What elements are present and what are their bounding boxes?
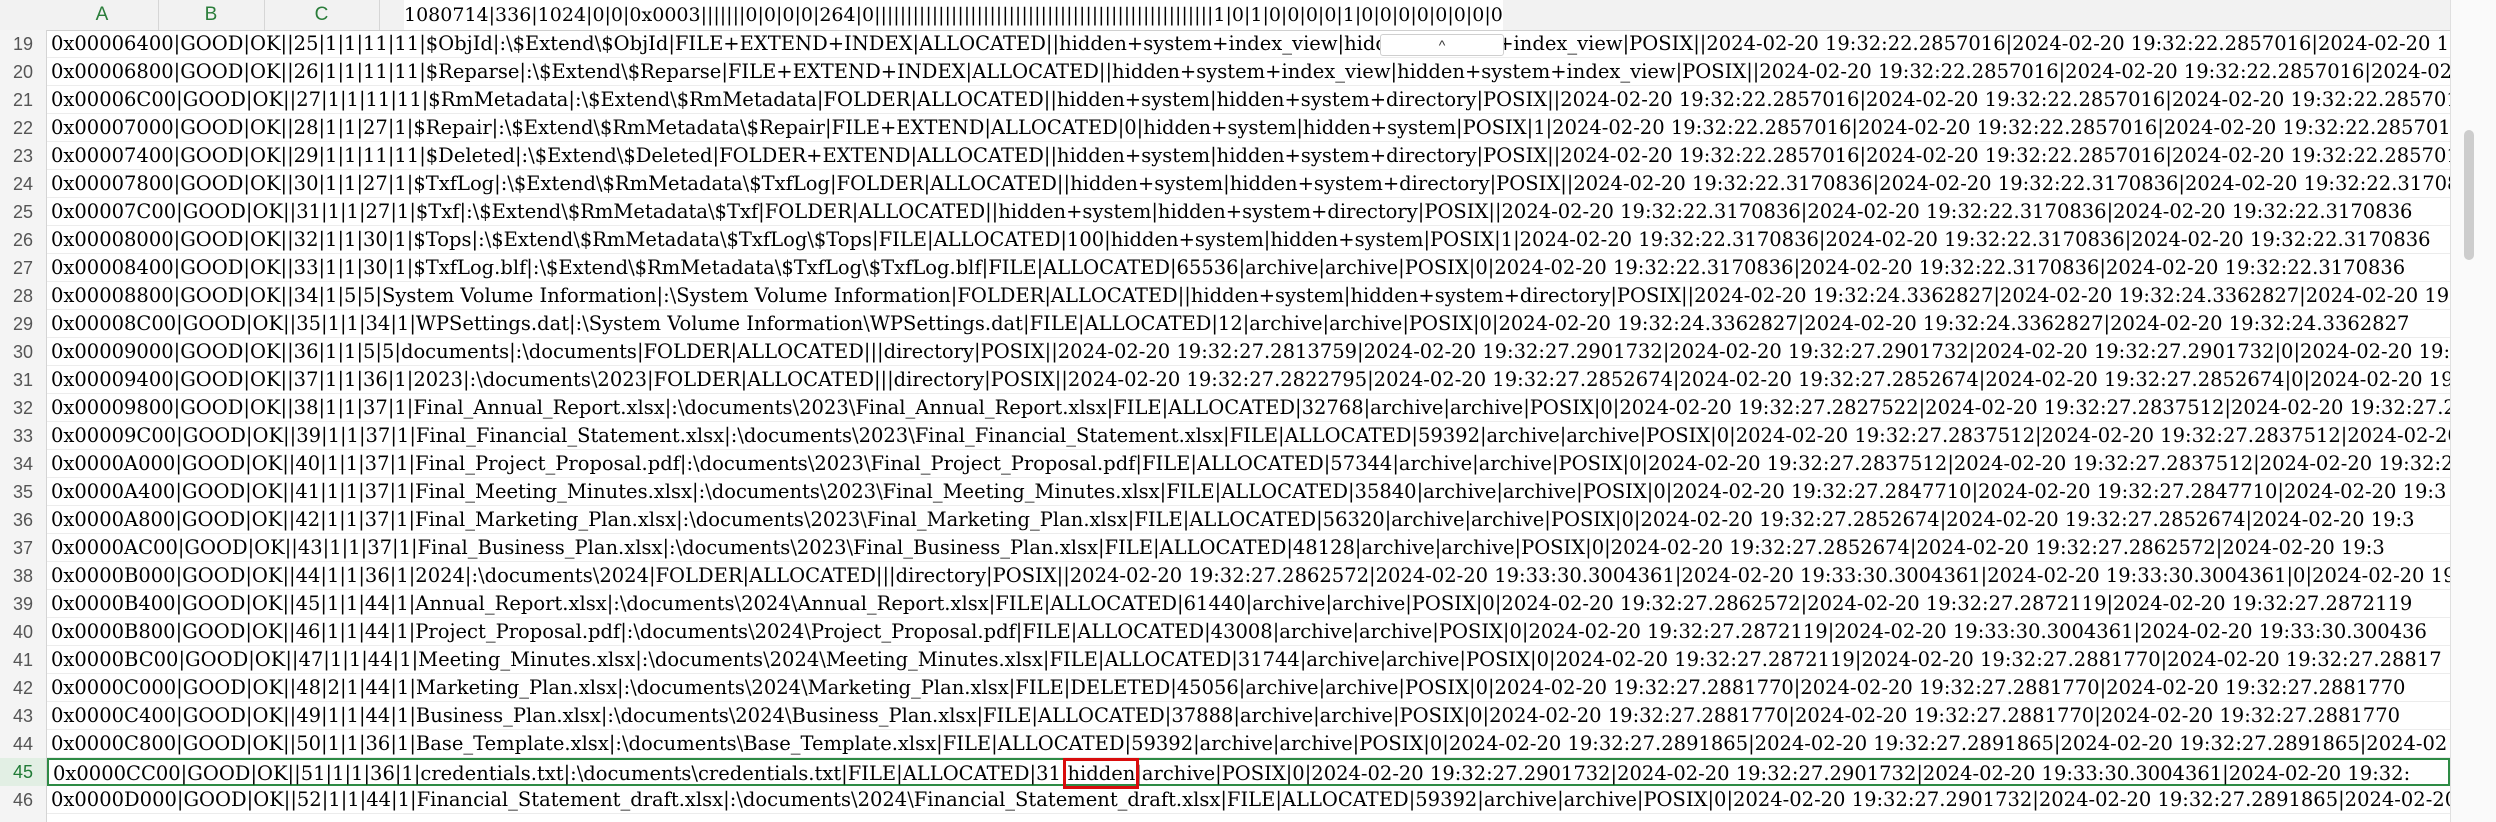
row-cells-text: 0x0000A400|GOOD|OK||41|1|1|37|1|Final_Me…: [51, 480, 2447, 503]
row-number[interactable]: 19: [0, 30, 46, 58]
table-row[interactable]: 0x0000A000|GOOD|OK||40|1|1|37|1|Final_Pr…: [47, 450, 2450, 478]
row-cells-text: 0x0000A800|GOOD|OK||42|1|1|37|1|Final_Ma…: [51, 508, 2415, 531]
table-row[interactable]: 0x0000A800|GOOD|OK||42|1|1|37|1|Final_Ma…: [47, 506, 2450, 534]
row-cells-text: 0x00009400|GOOD|OK||37|1|1|36|1|2023|:\d…: [51, 368, 2450, 391]
row-number[interactable]: 36: [0, 506, 46, 534]
row-number[interactable]: 43: [0, 702, 46, 730]
table-row[interactable]: 0x00008C00|GOOD|OK||35|1|1|34|1|WPSettin…: [47, 310, 2450, 338]
table-row[interactable]: 0x0000B000|GOOD|OK||44|1|1|36|1|2024|:\d…: [47, 562, 2450, 590]
header-row-values: 1080714|336|1024|0|0|0x0003|||||||0|0|0|…: [404, 0, 1503, 30]
row-number[interactable]: 22: [0, 114, 46, 142]
row-number[interactable]: 25: [0, 198, 46, 226]
table-row[interactable]: 0x00006C00|GOOD|OK||27|1|1|11|11|$RmMeta…: [47, 86, 2450, 114]
row-number[interactable]: 44: [0, 730, 46, 758]
row-number[interactable]: 20: [0, 58, 46, 86]
table-row[interactable]: 0x00007C00|GOOD|OK||31|1|1|27|1|$Txf|:\$…: [47, 198, 2450, 226]
scroll-up-tooltip[interactable]: ^: [1380, 34, 1504, 56]
row-number[interactable]: 29: [0, 310, 46, 338]
row-cells-text: 0x0000B400|GOOD|OK||45|1|1|44|1|Annual_R…: [51, 592, 2413, 615]
row-number[interactable]: 26: [0, 226, 46, 254]
table-row[interactable]: 0x00007400|GOOD|OK||29|1|1|11|11|$Delete…: [47, 142, 2450, 170]
row-cells-text: 0x00008C00|GOOD|OK||35|1|1|34|1|WPSettin…: [51, 312, 2410, 335]
row-number[interactable]: 21: [0, 86, 46, 114]
table-row[interactable]: 0x0000B800|GOOD|OK||46|1|1|44|1|Project_…: [47, 618, 2450, 646]
row-cells-text: 0x00006800|GOOD|OK||26|1|1|11|11|$Repars…: [51, 60, 2450, 83]
table-row[interactable]: 0x0000C400|GOOD|OK||49|1|1|44|1|Business…: [47, 702, 2450, 730]
row-cells-text: 0x0000A000|GOOD|OK||40|1|1|37|1|Final_Pr…: [51, 452, 2450, 475]
row-text-before: 0x0000CC00|GOOD|OK||51|1|1|36|1|credenti…: [53, 762, 1068, 785]
row-cells-text: 0x00008400|GOOD|OK||33|1|1|30|1|$TxfLog.…: [51, 256, 2406, 279]
row-number[interactable]: 28: [0, 282, 46, 310]
row-number[interactable]: 46: [0, 786, 46, 814]
row-cells-text: 0x00007400|GOOD|OK||29|1|1|11|11|$Delete…: [51, 144, 2450, 167]
row-number[interactable]: 23: [0, 142, 46, 170]
row-number[interactable]: 24: [0, 170, 46, 198]
row-cells-text: 0x0000CC00|GOOD|OK||51|1|1|36|1|credenti…: [53, 758, 2411, 789]
row-number[interactable]: 45: [0, 758, 46, 786]
table-row[interactable]: 0x0000C000|GOOD|OK||48|2|1|44|1|Marketin…: [47, 674, 2450, 702]
table-row[interactable]: 0x00008800|GOOD|OK||34|1|5|5|System Volu…: [47, 282, 2450, 310]
row-cells-text: 0x00009C00|GOOD|OK||39|1|1|37|1|Final_Fi…: [51, 424, 2450, 447]
spreadsheet-grid[interactable]: 0x00006400|GOOD|OK||25|1|1|11|11|$ObjId|…: [47, 30, 2450, 822]
column-header-c[interactable]: C: [264, 0, 380, 30]
row-cells-text: 0x0000B800|GOOD|OK||46|1|1|44|1|Project_…: [51, 620, 2427, 643]
table-row[interactable]: 0x00008400|GOOD|OK||33|1|1|30|1|$TxfLog.…: [47, 254, 2450, 282]
row-cells-text: 0x00007000|GOOD|OK||28|1|1|27|1|$Repair|…: [51, 116, 2450, 139]
row-cells-text: 0x0000BC00|GOOD|OK||47|1|1|44|1|Meeting_…: [51, 648, 2442, 671]
row-number[interactable]: 39: [0, 590, 46, 618]
row-number[interactable]: 31: [0, 366, 46, 394]
row-number[interactable]: 33: [0, 422, 46, 450]
row-cells-text: 0x00007C00|GOOD|OK||31|1|1|27|1|$Txf|:\$…: [51, 200, 2413, 223]
vertical-scrollbar[interactable]: [2450, 0, 2496, 822]
table-row[interactable]: 0x0000BC00|GOOD|OK||47|1|1|44|1|Meeting_…: [47, 646, 2450, 674]
table-row[interactable]: 0x0000A400|GOOD|OK||41|1|1|37|1|Final_Me…: [47, 478, 2450, 506]
selected-table-row[interactable]: 0x0000CC00|GOOD|OK||51|1|1|36|1|credenti…: [47, 758, 2450, 789]
row-number[interactable]: 35: [0, 478, 46, 506]
row-number-gutter: 19 20 21 22 23 24 25 26 27 28 29 30 31 32 33 34 35 36 37 38…: [0, 30, 47, 822]
row-number[interactable]: 30: [0, 338, 46, 366]
row-number[interactable]: 32: [0, 394, 46, 422]
table-row[interactable]: 0x00006400|GOOD|OK||25|1|1|11|11|$ObjId|…: [47, 30, 2450, 58]
row-number[interactable]: 42: [0, 674, 46, 702]
row-cells-text: 0x00008800|GOOD|OK||34|1|5|5|System Volu…: [51, 284, 2450, 307]
scrollbar-thumb[interactable]: [2464, 130, 2474, 260]
table-row[interactable]: 0x00009C00|GOOD|OK||39|1|1|37|1|Final_Fi…: [47, 422, 2450, 450]
row-number[interactable]: 34: [0, 450, 46, 478]
highlighted-attribute-cell[interactable]: hidden: [1063, 758, 1140, 789]
table-row[interactable]: 0x0000AC00|GOOD|OK||43|1|1|37|1|Final_Bu…: [47, 534, 2450, 562]
row-cells-text: 0x00009000|GOOD|OK||36|1|1|5|5|documents…: [51, 340, 2450, 363]
row-number[interactable]: 40: [0, 618, 46, 646]
row-number[interactable]: 38: [0, 562, 46, 590]
table-row[interactable]: 0x00007800|GOOD|OK||30|1|1|27|1|$TxfLog|…: [47, 170, 2450, 198]
row-cells-text: 0x0000B000|GOOD|OK||44|1|1|36|1|2024|:\d…: [51, 564, 2450, 587]
row-text-after: |archive|POSIX|0|2024-02-20 19:32:27.290…: [1135, 762, 2411, 785]
row-number[interactable]: 27: [0, 254, 46, 282]
table-row[interactable]: 0x00008000|GOOD|OK||32|1|1|30|1|$Tops|:\…: [47, 226, 2450, 254]
table-row[interactable]: 0x00007000|GOOD|OK||28|1|1|27|1|$Repair|…: [47, 114, 2450, 142]
table-row[interactable]: 0x0000D000|GOOD|OK||52|1|1|44|1|Financia…: [47, 786, 2450, 814]
table-row[interactable]: 0x00009800|GOOD|OK||38|1|1|37|1|Final_An…: [47, 394, 2450, 422]
row-cells-text: 0x00006400|GOOD|OK||25|1|1|11|11|$ObjId|…: [51, 32, 2450, 55]
column-header-bar: A B C 1080714|336|1024|0|0|0x0003|||||||…: [0, 0, 2496, 31]
column-header-a[interactable]: A: [46, 0, 159, 30]
row-number[interactable]: 41: [0, 646, 46, 674]
table-row[interactable]: 0x00006800|GOOD|OK||26|1|1|11|11|$Repars…: [47, 58, 2450, 86]
table-row[interactable]: 0x0000B400|GOOD|OK||45|1|1|44|1|Annual_R…: [47, 590, 2450, 618]
row-cells-text: 0x0000C000|GOOD|OK||48|2|1|44|1|Marketin…: [51, 676, 2406, 699]
row-cells-text: 0x00006C00|GOOD|OK||27|1|1|11|11|$RmMeta…: [51, 88, 2450, 111]
row-cells-text: 0x0000C400|GOOD|OK||49|1|1|44|1|Business…: [51, 704, 2401, 727]
table-row[interactable]: 0x00009000|GOOD|OK||36|1|1|5|5|documents…: [47, 338, 2450, 366]
row-number[interactable]: 37: [0, 534, 46, 562]
row-cells-text: 0x0000C800|GOOD|OK||50|1|1|36|1|Base_Tem…: [51, 732, 2448, 755]
table-row[interactable]: 0x00009400|GOOD|OK||37|1|1|36|1|2023|:\d…: [47, 366, 2450, 394]
table-row[interactable]: 0x0000C800|GOOD|OK||50|1|1|36|1|Base_Tem…: [47, 730, 2450, 758]
row-cells-text: 0x00009800|GOOD|OK||38|1|1|37|1|Final_An…: [51, 396, 2450, 419]
row-cells-text: 0x0000D000|GOOD|OK||52|1|1|44|1|Financia…: [51, 788, 2450, 811]
column-header-b[interactable]: B: [158, 0, 265, 30]
row-cells-text: 0x00008000|GOOD|OK||32|1|1|30|1|$Tops|:\…: [51, 228, 2431, 251]
row-cells-text: 0x00007800|GOOD|OK||30|1|1|27|1|$TxfLog|…: [51, 172, 2450, 195]
row-cells-text: 0x0000AC00|GOOD|OK||43|1|1|37|1|Final_Bu…: [51, 536, 2385, 559]
